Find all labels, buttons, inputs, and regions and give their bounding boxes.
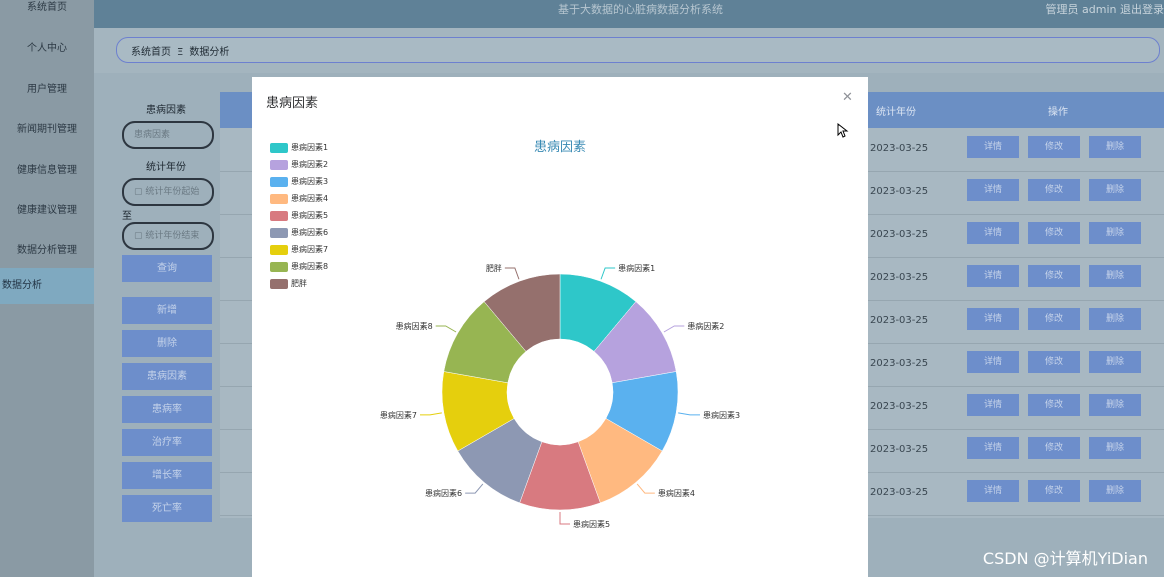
cell-year: 2023-03-25: [870, 358, 929, 369]
user-info[interactable]: 管理员 admin 退出登录: [1046, 1, 1164, 17]
cell-year: 2023-03-25: [870, 401, 929, 412]
year-end-placeholder: 统计年份结束: [145, 231, 200, 241]
growth-chart-button[interactable]: 增长率: [122, 462, 212, 489]
slice-label: 患病因素4: [658, 488, 695, 498]
watermark: CSDN @计算机YiDian: [982, 549, 1148, 568]
delete-row-button[interactable]: 删除: [1089, 351, 1141, 373]
year-start-placeholder: 统计年份起始: [145, 187, 200, 197]
slice-label: 患病因素3: [703, 410, 740, 420]
app-title: 基于大数据的心脏病数据分析系统: [558, 3, 723, 16]
edit-button[interactable]: 修改: [1028, 179, 1080, 201]
label-leader-line: [600, 267, 616, 280]
sidebar-item-health-info[interactable]: 健康信息管理: [0, 161, 94, 176]
slice-label: 患病因素5: [573, 519, 610, 529]
cell-year: 2023-03-25: [870, 487, 929, 498]
sidebar-item-health-advice[interactable]: 健康建议管理: [0, 201, 94, 216]
delete-row-button[interactable]: 删除: [1089, 480, 1141, 502]
edit-button[interactable]: 修改: [1028, 394, 1080, 416]
label-leader-line: [636, 483, 655, 494]
breadcrumb-container: 系统首页 Ξ 数据分析: [116, 37, 1160, 63]
breadcrumb-bar: 系统首页 Ξ 数据分析: [94, 28, 1164, 73]
label-leader-line: [678, 412, 700, 416]
detail-button[interactable]: 详情: [967, 351, 1019, 373]
mortality-chart-button[interactable]: 死亡率: [122, 495, 212, 522]
delete-row-button[interactable]: 删除: [1089, 437, 1141, 459]
detail-button[interactable]: 详情: [967, 265, 1019, 287]
mouse-cursor-icon: [837, 123, 849, 138]
delete-row-button[interactable]: 删除: [1089, 394, 1141, 416]
edit-button[interactable]: 修改: [1028, 265, 1080, 287]
label-leader-line: [559, 512, 570, 525]
detail-button[interactable]: 详情: [967, 222, 1019, 244]
detail-button[interactable]: 详情: [967, 308, 1019, 330]
breadcrumb: 系统首页 Ξ 数据分析: [131, 43, 229, 58]
prevalence-chart-button[interactable]: 患病率: [122, 396, 212, 423]
top-bar: 基于大数据的心脏病数据分析系统 管理员 admin 退出登录: [94, 0, 1164, 28]
sidebar-item-users[interactable]: 用户管理: [0, 80, 94, 95]
breadcrumb-home[interactable]: 系统首页: [131, 47, 171, 58]
cell-year: 2023-03-25: [870, 229, 929, 240]
label-leader-line: [435, 325, 457, 333]
query-button[interactable]: 查询: [122, 255, 212, 282]
slice-label: 患病因素1: [618, 263, 655, 273]
edit-button[interactable]: 修改: [1028, 437, 1080, 459]
factor-chart-button[interactable]: 患病因素: [122, 363, 212, 390]
column-header-year: 统计年份: [876, 107, 916, 118]
detail-button[interactable]: 详情: [967, 437, 1019, 459]
add-button[interactable]: 新增: [122, 297, 212, 324]
delete-row-button[interactable]: 删除: [1089, 308, 1141, 330]
sidebar-item-label: 数据分析: [2, 280, 42, 291]
treatment-chart-button[interactable]: 治疗率: [122, 429, 212, 456]
cell-year: 2023-03-25: [870, 315, 929, 326]
edit-button[interactable]: 修改: [1028, 480, 1080, 502]
delete-row-button[interactable]: 删除: [1089, 265, 1141, 287]
label-leader-line: [420, 412, 442, 416]
label-leader-line: [504, 267, 520, 280]
sidebar-item-data-analysis[interactable]: 数据分析: [0, 268, 94, 304]
slice-label: 患病因素7: [380, 410, 417, 420]
delete-row-button[interactable]: 删除: [1089, 179, 1141, 201]
column-header-actions: 操作: [1048, 107, 1068, 118]
sidebar-item-home[interactable]: 系统首页: [0, 0, 94, 13]
year-start-input[interactable]: ▢ 统计年份起始: [122, 178, 214, 206]
sidebar-item-news[interactable]: 新闻期刊管理: [0, 120, 94, 135]
cell-year: 2023-03-25: [870, 272, 929, 283]
year-label: 统计年份: [146, 162, 186, 173]
cell-year: 2023-03-25: [870, 444, 929, 455]
detail-button[interactable]: 详情: [967, 394, 1019, 416]
cell-year: 2023-03-25: [870, 143, 929, 154]
slice-label: 患病因素6: [425, 488, 462, 498]
factor-label: 患病因素: [146, 105, 186, 116]
slice-label: 肥胖: [486, 263, 502, 273]
sidebar-item-data-analysis-mgmt[interactable]: 数据分析管理: [0, 241, 94, 256]
edit-button[interactable]: 修改: [1028, 136, 1080, 158]
slice-label: 患病因素8: [396, 321, 433, 331]
to-label: 至: [122, 211, 132, 222]
detail-button[interactable]: 详情: [967, 179, 1019, 201]
sidebar-item-profile[interactable]: 个人中心: [0, 39, 94, 54]
delete-button[interactable]: 删除: [122, 330, 212, 357]
factor-input[interactable]: 患病因素: [122, 121, 214, 149]
delete-row-button[interactable]: 删除: [1089, 136, 1141, 158]
label-leader-line: [663, 325, 685, 333]
slice-label: 患病因素2: [687, 321, 724, 331]
sidebar: 系统首页 个人中心 用户管理 新闻期刊管理 健康信息管理 健康建议管理 数据分析…: [0, 0, 94, 577]
edit-button[interactable]: 修改: [1028, 308, 1080, 330]
delete-row-button[interactable]: 删除: [1089, 222, 1141, 244]
detail-button[interactable]: 详情: [967, 480, 1019, 502]
breadcrumb-separator: Ξ: [177, 47, 184, 58]
cell-year: 2023-03-25: [870, 186, 929, 197]
edit-button[interactable]: 修改: [1028, 351, 1080, 373]
edit-button[interactable]: 修改: [1028, 222, 1080, 244]
detail-button[interactable]: 详情: [967, 136, 1019, 158]
year-end-input[interactable]: ▢ 统计年份结束: [122, 222, 214, 250]
donut-chart: 患病因素1 患病因素2 患病因素3 患病因素4 患病因素5 患病因素6 患病因素7 患病因素8…: [380, 263, 740, 529]
chart-dialog: 患病因素 ✕ 患病因素 患病因素1 患病因素2 患病因素3 患病因素4 患病因素5 患病因…: [252, 77, 868, 577]
breadcrumb-current: 数据分析: [189, 47, 230, 58]
label-leader-line: [465, 483, 484, 494]
